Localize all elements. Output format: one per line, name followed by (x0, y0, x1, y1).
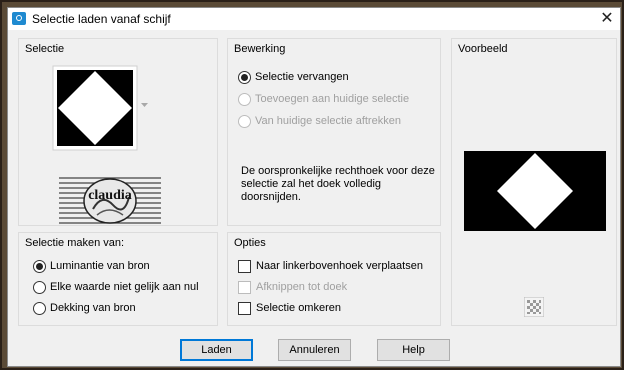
app-icon (12, 12, 26, 25)
radio-toevoegen[interactable]: Toevoegen aan huidige selectie (238, 91, 409, 107)
dialog: Selectie laden vanaf schijf ✕ Selectie c… (7, 7, 621, 367)
close-button[interactable]: ✕ (598, 10, 616, 28)
cancel-button[interactable]: Annuleren (278, 339, 351, 361)
checkbox-label: Naar linkerbovenhoek verplaatsen (256, 260, 423, 272)
checkbox-label: Afknippen tot doek (256, 281, 348, 293)
checkbox[interactable] (238, 301, 251, 315)
opties-group: Opties Naar linkerbovenhoek verplaatsen … (227, 232, 441, 326)
radio-label: Toevoegen aan huidige selectie (255, 93, 410, 105)
radio-dekking[interactable]: Dekking van bron (33, 300, 136, 316)
title-bar: Selectie laden vanaf schijf ✕ (8, 8, 620, 30)
radio-button[interactable] (238, 114, 251, 128)
checkbox-afknippen[interactable]: Afknippen tot doek (238, 279, 347, 295)
opties-label: Opties (234, 237, 266, 249)
help-button[interactable]: Help (377, 339, 450, 361)
selection-preview[interactable] (52, 65, 152, 153)
radio-luminantie[interactable]: Luminantie van bron (33, 258, 150, 274)
radio-label: Selectie vervangen (255, 71, 349, 83)
radio-aftrekken[interactable]: Van huidige selectie aftrekken (238, 113, 401, 129)
radio-label: Elke waarde niet gelijk aan nul (50, 281, 199, 293)
bewerking-group: Bewerking Selectie vervangen Toevoegen a… (227, 38, 441, 226)
radio-button[interactable] (33, 280, 46, 294)
window-frame: Selectie laden vanaf schijf ✕ Selectie c… (0, 0, 624, 370)
thumbnail-image: claudia (59, 177, 161, 224)
radio-niet-nul[interactable]: Elke waarde niet gelijk aan nul (33, 279, 199, 295)
window-title: Selectie laden vanaf schijf (32, 12, 171, 26)
selectie-maken-label: Selectie maken van: (25, 237, 125, 249)
checkbox-linkerbovenhoek[interactable]: Naar linkerbovenhoek verplaatsen (238, 258, 423, 274)
selectie-maken-group: Selectie maken van: Luminantie van bron … (18, 232, 218, 326)
radio-label: Van huidige selectie aftrekken (255, 115, 401, 127)
radio-button[interactable] (238, 92, 251, 106)
radio-label: Luminantie van bron (50, 260, 150, 272)
thumbnail-signature: claudia (88, 188, 132, 203)
radio-button[interactable] (33, 301, 46, 315)
voorbeeld-group: Voorbeeld (451, 38, 617, 326)
preview-canvas (464, 151, 606, 231)
checkbox[interactable] (238, 259, 251, 273)
checkbox[interactable] (238, 280, 251, 294)
radio-selectie-vervangen[interactable]: Selectie vervangen (238, 69, 349, 85)
checkbox-label: Selectie omkeren (256, 302, 341, 314)
radio-button[interactable] (33, 259, 46, 273)
radio-button[interactable] (238, 70, 251, 84)
selectie-group: Selectie claudia (18, 38, 218, 226)
voorbeeld-label: Voorbeeld (458, 43, 508, 55)
radio-label: Dekking van bron (50, 302, 136, 314)
selectie-label: Selectie (25, 43, 65, 55)
bewerking-description: De oorspronkelijke rechthoek voor deze s… (241, 165, 435, 203)
load-button[interactable]: Laden (180, 339, 253, 361)
transparency-icon[interactable] (524, 297, 544, 317)
checkbox-omkeren[interactable]: Selectie omkeren (238, 300, 341, 316)
bewerking-label: Bewerking (234, 43, 286, 55)
